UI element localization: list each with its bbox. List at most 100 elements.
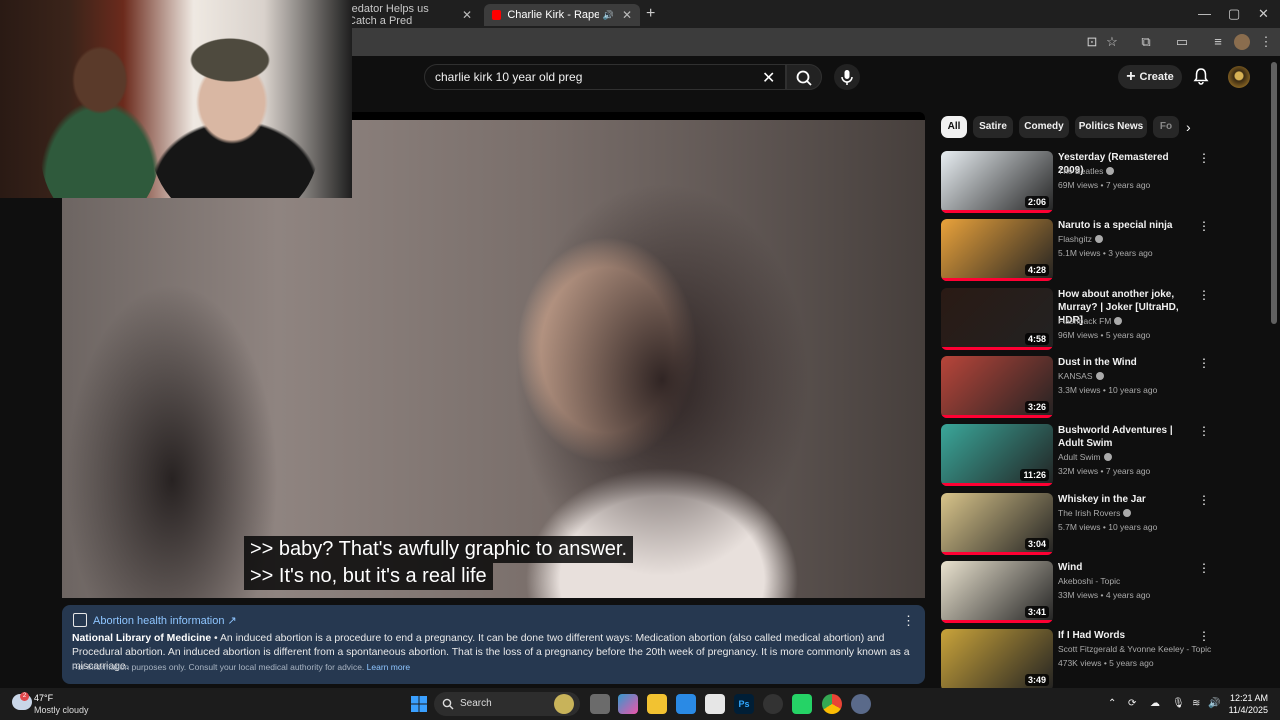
video-meta: 5.7M views • 10 years ago xyxy=(1058,522,1158,532)
new-tab-button[interactable]: + xyxy=(646,5,655,23)
weather-temperature[interactable]: 47°F xyxy=(34,693,53,703)
channel-name-row[interactable]: Adult Swim xyxy=(1058,452,1112,462)
search-button[interactable] xyxy=(786,64,822,90)
create-button[interactable]: + Create xyxy=(1118,65,1182,89)
tab-predator[interactable]: redator Helps us Catch a Pred ✕ xyxy=(340,3,480,27)
chip-comedy[interactable]: Comedy xyxy=(1019,116,1069,138)
taskbar-clock[interactable]: 12:21 AM xyxy=(1228,693,1268,703)
reading-list-icon[interactable]: ≡ xyxy=(1210,34,1226,50)
speaker-icon[interactable]: 🔊 xyxy=(603,10,614,21)
settings-gear-icon[interactable] xyxy=(851,694,871,714)
volume-icon[interactable]: 🔊 xyxy=(1208,698,1220,709)
recommendation-item[interactable]: 11:26 Bushworld Adventures | Adult Swim Ad… xyxy=(941,424,1216,488)
video-meta: 69M views • 7 years ago xyxy=(1058,180,1151,190)
clear-search-icon[interactable]: ✕ xyxy=(762,68,775,88)
voice-search-button[interactable] xyxy=(834,64,860,90)
install-app-icon[interactable]: ⊡ xyxy=(1084,34,1100,50)
extensions-icon[interactable]: ⧉ xyxy=(1138,34,1154,50)
watch-progress-bar xyxy=(941,278,1053,281)
bookmark-star-icon[interactable]: ☆ xyxy=(1104,34,1120,50)
channel-name-row[interactable]: KANSAS xyxy=(1058,371,1104,381)
recommendation-item[interactable]: 4:28 Naruto is a special ninja Flashgitz 5.… xyxy=(941,219,1216,283)
chip-all[interactable]: All xyxy=(941,116,967,138)
microphone-icon xyxy=(841,70,853,85)
video-title[interactable]: Dust in the Wind xyxy=(1058,356,1193,369)
sync-icon[interactable]: ⟳ xyxy=(1128,698,1136,709)
copilot-icon[interactable] xyxy=(618,694,638,714)
channel-name-row[interactable]: Akeboshi - Topic xyxy=(1058,576,1120,586)
more-options-icon[interactable]: ⋮ xyxy=(1198,493,1210,507)
video-thumbnail[interactable]: 3:49 xyxy=(941,629,1053,691)
video-title[interactable]: Wind xyxy=(1058,561,1193,574)
chrome-icon[interactable] xyxy=(822,694,842,714)
video-title[interactable]: Whiskey in the Jar xyxy=(1058,493,1193,506)
minimize-button[interactable]: — xyxy=(1198,6,1211,21)
close-tab-icon[interactable]: ✕ xyxy=(622,8,632,22)
watch-progress-bar xyxy=(941,415,1053,418)
video-thumbnail[interactable]: 11:26 xyxy=(941,424,1053,486)
recommendation-item[interactable]: 2:06 Yesterday (Remastered 2009) The Beatl… xyxy=(941,151,1216,215)
more-options-icon[interactable]: ⋮ xyxy=(1198,424,1210,438)
video-title[interactable]: If I Had Words xyxy=(1058,629,1193,642)
calendar-app-icon[interactable] xyxy=(705,694,725,714)
user-avatar[interactable] xyxy=(1228,66,1250,88)
store-icon[interactable] xyxy=(676,694,696,714)
chevron-up-icon[interactable]: ⌃ xyxy=(1108,698,1116,709)
video-meta: 473K views • 5 years ago xyxy=(1058,658,1154,668)
video-thumbnail[interactable]: 4:58 xyxy=(941,288,1053,350)
browser-menu-icon[interactable]: ⋮ xyxy=(1258,34,1274,50)
windows-start-icon[interactable] xyxy=(410,695,428,713)
more-options-icon[interactable]: ⋮ xyxy=(1198,561,1210,575)
weather-description[interactable]: Mostly cloudy xyxy=(34,705,89,715)
close-tab-icon[interactable]: ✕ xyxy=(462,8,472,22)
task-view-icon[interactable] xyxy=(590,694,610,714)
health-info-link[interactable]: Abortion health information ↗ xyxy=(93,614,237,627)
recommendation-item[interactable]: 4:58 How about another joke, Murray? | Jo… xyxy=(941,288,1216,352)
search-input[interactable]: charlie kirk 10 year old preg xyxy=(424,64,786,90)
search-highlight-icon[interactable] xyxy=(554,694,574,714)
video-thumbnail[interactable]: 3:26 xyxy=(941,356,1053,418)
chip-fo[interactable]: Fo xyxy=(1153,116,1179,138)
more-options-icon[interactable]: ⋮ xyxy=(902,613,915,629)
video-thumbnail[interactable]: 3:04 xyxy=(941,493,1053,555)
video-thumbnail[interactable]: 3:41 xyxy=(941,561,1053,623)
photoshop-icon[interactable]: Ps xyxy=(734,694,754,714)
video-thumbnail[interactable]: 2:06 xyxy=(941,151,1053,213)
recommendation-item[interactable]: 3:26 Dust in the Wind KANSAS 3.3M views • 1… xyxy=(941,356,1216,420)
chip-satire[interactable]: Satire xyxy=(973,116,1013,138)
cast-icon[interactable]: ▭ xyxy=(1174,34,1190,50)
recommendation-item[interactable]: 3:04 Whiskey in the Jar The Irish Rovers 5.… xyxy=(941,493,1216,557)
maximize-button[interactable]: ▢ xyxy=(1228,6,1240,22)
microphone-tray-icon[interactable]: 🎙 xyxy=(1172,698,1185,709)
video-thumbnail[interactable]: 4:28 xyxy=(941,219,1053,281)
onedrive-cloud-icon[interactable]: ☁ xyxy=(1150,698,1160,709)
scrollbar[interactable] xyxy=(1271,62,1277,324)
recommendation-item[interactable]: 3:41 Wind Akeboshi - Topic 33M views • 4 ye… xyxy=(941,561,1216,625)
taskbar-date[interactable]: 11/4/2025 xyxy=(1222,705,1268,715)
recommendation-item[interactable]: 3:49 If I Had Words Scott Fitzgerald & Yvo… xyxy=(941,629,1216,693)
learn-more-link[interactable]: Learn more xyxy=(367,662,410,672)
more-options-icon[interactable]: ⋮ xyxy=(1198,629,1210,643)
more-options-icon[interactable]: ⋮ xyxy=(1198,219,1210,233)
tab-charlie-kirk[interactable]: Charlie Kirk - Rape and Ab 🔊 ✕ xyxy=(484,4,640,26)
close-window-button[interactable]: ✕ xyxy=(1258,6,1269,22)
channel-name-row[interactable]: Flashback FM xyxy=(1058,316,1123,326)
more-options-icon[interactable]: ⋮ xyxy=(1198,151,1210,165)
channel-name-row[interactable]: The Beatles xyxy=(1058,166,1115,176)
video-title[interactable]: Bushworld Adventures | Adult Swim xyxy=(1058,424,1193,450)
youtube-favicon-icon xyxy=(492,10,502,20)
chip-politics-news[interactable]: Politics News xyxy=(1075,116,1147,138)
wifi-icon[interactable]: ≋ xyxy=(1192,698,1200,709)
chevron-right-icon[interactable]: › xyxy=(1186,119,1191,135)
more-options-icon[interactable]: ⋮ xyxy=(1198,356,1210,370)
more-options-icon[interactable]: ⋮ xyxy=(1198,288,1210,302)
channel-name-row[interactable]: The Irish Rovers xyxy=(1058,508,1132,518)
channel-name-row[interactable]: Scott Fitzgerald & Yvonne Keeley - Topic xyxy=(1058,644,1211,654)
discord-icon[interactable] xyxy=(792,694,812,714)
profile-avatar[interactable] xyxy=(1234,34,1250,50)
video-title[interactable]: Naruto is a special ninja xyxy=(1058,219,1193,232)
obs-icon[interactable] xyxy=(763,694,783,714)
notifications-bell-icon[interactable] xyxy=(1192,67,1210,85)
file-explorer-icon[interactable] xyxy=(647,694,667,714)
channel-name-row[interactable]: Flashgitz xyxy=(1058,234,1104,244)
